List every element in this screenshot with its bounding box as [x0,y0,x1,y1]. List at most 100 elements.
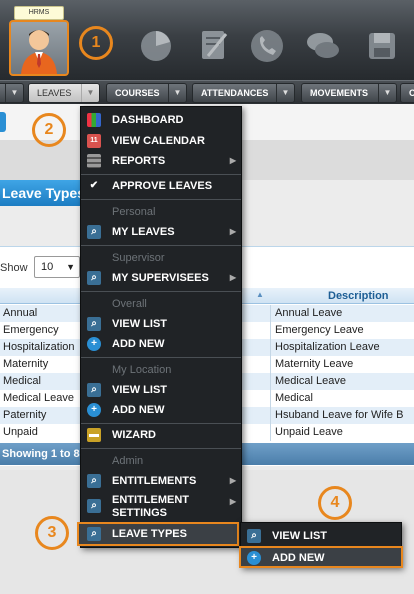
submenu-arrow-icon: ▶ [229,227,236,236]
cell-name: Maternity [3,358,49,370]
menu-divider [81,245,241,246]
nav-courses[interactable]: COURSES ▼ [106,83,187,103]
menu-item-location-add-new[interactable]: + ADD NEW [81,400,241,420]
column-divider [270,339,271,356]
cell-name: Medical [3,375,41,387]
menu-item-label: APPROVE LEAVES [112,180,213,192]
column-divider [270,407,271,424]
submenu-item-view-list[interactable]: ⌕ VIEW LIST [241,526,401,546]
cell-description: Emergency Leave [275,324,364,336]
chevron-down-icon: ▼ [276,84,294,102]
cell-name: Paternity [3,409,47,421]
checkmark-icon: ✔ [89,180,99,191]
menu-divider [81,423,241,424]
chat-bubbles-icon[interactable] [303,26,343,66]
menu-item-label: DASHBOARD [112,114,184,126]
menu-item-label: ADD NEW [112,338,165,350]
nav-leaves-label: LEAVES [37,88,72,98]
menu-item-label: VIEW CALENDAR [112,135,205,147]
save-disk-icon[interactable] [362,26,402,66]
menu-item-wizard[interactable]: ▬ WIZARD [81,425,241,445]
menu-item-entitlement-settings[interactable]: ⌕ ENTITLEMENT SETTINGS ▶ [81,491,241,521]
menu-item-location-view-list[interactable]: ⌕ VIEW LIST [81,380,241,400]
menu-section-label: My Location [112,364,172,376]
submenu-item-add-new[interactable]: + ADD NEW [239,546,403,568]
calendar-icon: 11 [87,134,101,148]
bar-chart-icon [87,113,101,127]
menu-section-label: Personal [112,206,156,218]
menu-item-leave-types[interactable]: ⌕ LEAVE TYPES [77,522,239,546]
nav-leaves[interactable]: LEAVES ▼ [28,83,100,103]
pie-chart-icon[interactable] [136,26,176,66]
toolbar-chip[interactable] [0,112,6,132]
menu-item-my-leaves[interactable]: ⌕ MY LEAVES ▶ [81,222,241,242]
submenu-arrow-icon: ▶ [229,273,236,282]
wizard-card-icon: ▬ [87,428,101,442]
column-divider [270,424,271,441]
search-icon: ⌕ [87,474,101,488]
grid-icon [87,154,101,168]
menu-divider [81,357,241,358]
cell-name: Medical Leave [3,392,74,404]
menu-item-dashboard[interactable]: DASHBOARD [81,110,241,130]
hrms-app-button[interactable] [9,20,69,76]
chevron-down-icon: ▼ [66,262,75,272]
menu-divider [81,199,241,200]
menu-item-overall-view-list[interactable]: ⌕ VIEW LIST [81,314,241,334]
nav-movements[interactable]: MOVEMENTS ▼ [301,83,397,103]
callout-3: 3 [35,516,69,550]
menu-item-label: LEAVE TYPES [112,528,187,540]
sort-asc-icon[interactable]: ▲ [256,290,264,299]
nav-attendances-label: ATTENDANCES [201,88,269,98]
main-nav: ▼ LEAVES ▼ COURSES ▼ ATTENDANCES ▼ MOVEM… [0,80,414,104]
submenu-arrow-icon: ▶ [229,156,236,165]
app-header: HRMS [0,0,414,80]
submenu-item-label: VIEW LIST [272,530,327,542]
submenu-item-label: ADD NEW [272,552,325,564]
menu-item-label: ADD NEW [112,404,165,416]
menu-item-view-calendar[interactable]: 11 VIEW CALENDAR [81,131,241,151]
menu-divider [81,174,241,175]
menu-section-supervisor: Supervisor [81,248,241,268]
submenu-arrow-icon: ▶ [229,476,236,485]
search-icon: ⌕ [87,383,101,397]
nav-attendances[interactable]: ATTENDANCES ▼ [192,83,295,103]
menu-section-overall: Overall [81,294,241,314]
cell-name: Emergency [3,324,59,336]
menu-section-personal: Personal [81,202,241,222]
search-icon: ⌕ [87,499,101,513]
callout-4: 4 [318,486,352,520]
menu-item-my-supervisees[interactable]: ⌕ MY SUPERVISEES ▶ [81,268,241,288]
search-icon: ⌕ [87,527,101,541]
phone-icon[interactable] [247,26,287,66]
document-icon[interactable] [194,26,234,66]
chevron-down-icon: ▼ [168,84,186,102]
nav-courses-label: COURSES [115,88,160,98]
search-icon: ⌕ [87,225,101,239]
column-divider [270,373,271,390]
column-divider [270,322,271,339]
chevron-down-icon: ▼ [81,84,99,102]
nav-more-label: C [409,88,414,98]
plus-icon: + [87,337,101,351]
menu-item-entitlements[interactable]: ⌕ ENTITLEMENTS ▶ [81,471,241,491]
page-size-value: 10 [41,261,54,273]
menu-item-approve-leaves[interactable]: ✔ APPROVE LEAVES [81,176,241,196]
menu-section-label: Overall [112,298,147,310]
nav-more[interactable]: C [400,83,414,103]
menu-item-overall-add-new[interactable]: + ADD NEW [81,334,241,354]
column-header-description[interactable]: Description [328,290,389,302]
submenu-arrow-icon: ▶ [229,497,236,506]
column-divider [270,305,271,322]
page-size-select[interactable]: 10 ▼ [34,256,80,278]
menu-section-admin: Admin [81,451,241,471]
page-title: Leave Types [0,180,86,206]
menu-item-label: REPORTS [112,155,166,167]
cell-description: Annual Leave [275,307,343,319]
leave-types-submenu: ⌕ VIEW LIST + ADD NEW [239,522,403,568]
nav-prev-dropdown[interactable]: ▼ [0,83,24,103]
cell-name: Annual [3,307,38,319]
menu-item-reports[interactable]: REPORTS ▶ [81,151,241,171]
column-divider [270,356,271,373]
menu-item-label: WIZARD [112,429,156,441]
